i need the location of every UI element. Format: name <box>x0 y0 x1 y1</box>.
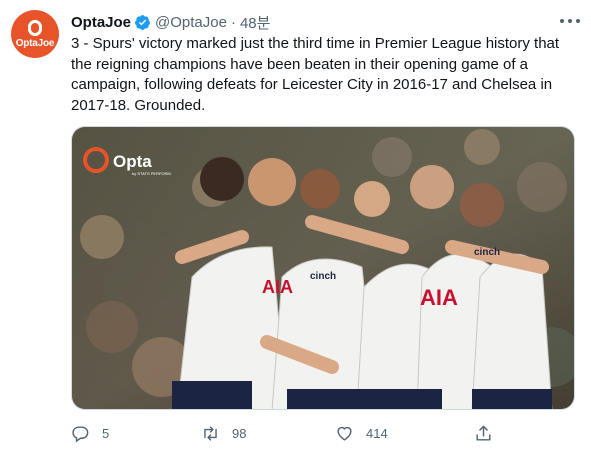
sponsor-text: cinch <box>310 271 336 282</box>
timestamp[interactable]: 48분 <box>240 12 271 33</box>
sponsor-text: AIA <box>420 285 458 310</box>
sponsor-text: cinch <box>474 247 500 258</box>
tweet[interactable]: OptaJoe OptaJoe @OptaJoe · 48분 3 - Spurs… <box>0 0 591 466</box>
share-icon <box>476 425 491 441</box>
avatar[interactable]: OptaJoe <box>11 10 59 58</box>
sponsor-text: AIA <box>262 277 293 297</box>
tweet-text: 3 - Spurs' victory marked just the third… <box>71 35 560 114</box>
watermark-text: Opta <box>113 152 152 171</box>
share-button[interactable] <box>474 422 505 444</box>
tweet-header: OptaJoe @OptaJoe · 48분 <box>71 12 270 32</box>
photo-players-celebrating: cinch AIA AIA cinch Opta by STATS PERFOR… <box>72 127 574 409</box>
reply-button[interactable]: 5 <box>71 422 109 444</box>
reply-count: 5 <box>102 425 110 441</box>
like-button[interactable]: 414 <box>335 422 388 444</box>
reply-icon <box>72 425 89 442</box>
watermark-subtext: by STATS PERFORM <box>132 171 171 176</box>
separator: · <box>230 13 236 31</box>
tweet-actions: 5 98 414 <box>71 422 491 444</box>
opta-logo-icon <box>28 19 42 36</box>
like-count: 414 <box>366 425 388 441</box>
display-name[interactable]: OptaJoe <box>71 14 131 31</box>
avatar-label: OptaJoe <box>15 37 55 49</box>
tweet-photo[interactable]: cinch AIA AIA cinch Opta by STATS PERFOR… <box>71 126 575 410</box>
retweet-button[interactable]: 98 <box>201 422 246 444</box>
more-icon[interactable] <box>560 12 580 30</box>
verified-icon <box>135 14 150 30</box>
retweet-count: 98 <box>232 425 247 441</box>
handle[interactable]: @OptaJoe <box>155 14 227 31</box>
like-icon <box>337 426 352 441</box>
retweet-icon <box>204 425 217 441</box>
